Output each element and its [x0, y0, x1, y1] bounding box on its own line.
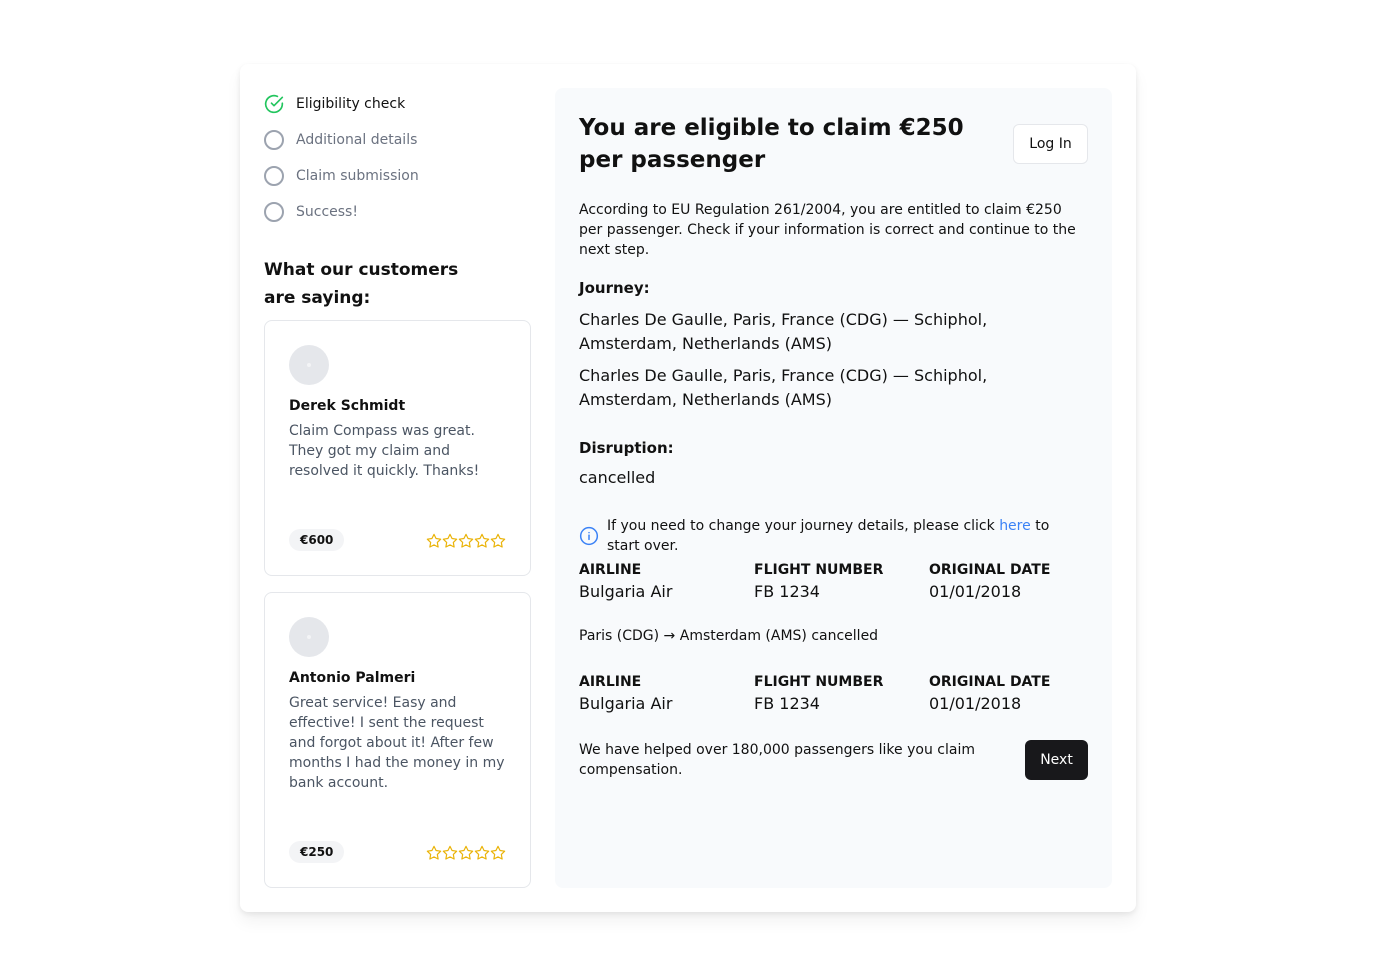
step-success: Success! — [264, 194, 531, 230]
step-label: Claim submission — [296, 168, 419, 184]
review-text: Claim Compass was great. They got my cla… — [289, 423, 480, 479]
airline-value: Bulgaria Air — [579, 694, 673, 713]
next-button[interactable]: Next — [1025, 740, 1088, 780]
star-icon — [490, 533, 506, 548]
star-icon — [442, 533, 458, 548]
step-label: Additional details — [296, 132, 418, 148]
star-icon — [458, 845, 474, 860]
original-date-value: 01/01/2018 — [929, 694, 1022, 713]
journey-route: Charles De Gaulle, Paris, France (CDG) —… — [579, 310, 988, 353]
left-column: Eligibility check Additional details Cla… — [264, 86, 531, 888]
info-icon — [579, 526, 599, 546]
reviewer-name: Derek Schmidt — [289, 398, 406, 414]
social-proof-text: We have helped over 180,000 passengers l… — [579, 742, 975, 778]
notice-text-before: If you need to change your journey detai… — [607, 518, 1000, 534]
star-icon — [490, 845, 506, 860]
step-eligibility-check: Eligibility check — [264, 86, 531, 122]
original-date-header: ORIGINAL DATE — [929, 674, 1051, 690]
reviewer-name: Antonio Palmeri — [289, 670, 416, 686]
flight-number-value: FB 1234 — [754, 694, 820, 713]
star-icon — [474, 533, 490, 548]
testimonial-card: Antonio Palmeri Great service! Easy and … — [264, 592, 531, 888]
step-additional-details: Additional details — [264, 122, 531, 158]
flight-number-header: FLIGHT NUMBER — [754, 562, 884, 578]
testimonials-title: What our customers are saying: — [264, 260, 459, 308]
star-icon — [442, 845, 458, 860]
star-icon — [474, 845, 490, 860]
original-date-value: 01/01/2018 — [929, 582, 1022, 601]
start-over-link[interactable]: here — [999, 518, 1031, 534]
airline-value: Bulgaria Air — [579, 582, 673, 601]
journey-heading: Journey: — [579, 279, 650, 297]
flight-number-header: FLIGHT NUMBER — [754, 674, 884, 690]
original-date-header: ORIGINAL DATE — [929, 562, 1051, 578]
segment-status: Paris (CDG) → Amsterdam (AMS) cancelled — [579, 628, 879, 644]
airline-header: AIRLINE — [579, 674, 642, 690]
journey-route: Charles De Gaulle, Paris, France (CDG) —… — [579, 366, 988, 409]
flight-number-value: FB 1234 — [754, 582, 820, 601]
amount-badge: €250 — [289, 841, 345, 863]
star-icon — [426, 533, 442, 548]
empty-circle-icon — [264, 166, 284, 186]
step-claim-submission: Claim submission — [264, 158, 531, 194]
change-journey-notice: If you need to change your journey detai… — [579, 516, 1079, 556]
claim-card: Eligibility check Additional details Cla… — [240, 64, 1136, 912]
rating-stars — [426, 533, 506, 549]
testimonial-card: Derek Schmidt Claim Compass was great. T… — [264, 320, 531, 576]
step-label: Eligibility check — [296, 96, 406, 112]
flight-details: AIRLINE FLIGHT NUMBER ORIGINAL DATE Bulg… — [579, 672, 1089, 716]
flight-details: AIRLINE FLIGHT NUMBER ORIGINAL DATE Bulg… — [579, 560, 1089, 604]
disruption-value: cancelled — [579, 468, 656, 487]
star-icon — [458, 533, 474, 548]
log-in-button[interactable]: Log In — [1013, 124, 1088, 164]
step-label: Success! — [296, 204, 358, 220]
rating-stars — [426, 845, 506, 861]
empty-circle-icon — [264, 202, 284, 222]
avatar — [289, 617, 329, 657]
eligibility-panel: You are eligible to claim €250 per passe… — [555, 88, 1112, 888]
star-icon — [426, 845, 442, 860]
airline-header: AIRLINE — [579, 562, 642, 578]
empty-circle-icon — [264, 130, 284, 150]
page-title: You are eligible to claim €250 per passe… — [579, 115, 964, 173]
eligibility-intro: According to EU Regulation 261/2004, you… — [579, 202, 1076, 258]
notice-text: If you need to change your journey detai… — [607, 516, 1079, 556]
amount-badge: €600 — [289, 529, 345, 551]
check-circle-icon — [264, 94, 284, 114]
avatar — [289, 345, 329, 385]
disruption-heading: Disruption: — [579, 439, 674, 457]
review-text: Great service! Easy and effective! I sen… — [289, 695, 505, 791]
